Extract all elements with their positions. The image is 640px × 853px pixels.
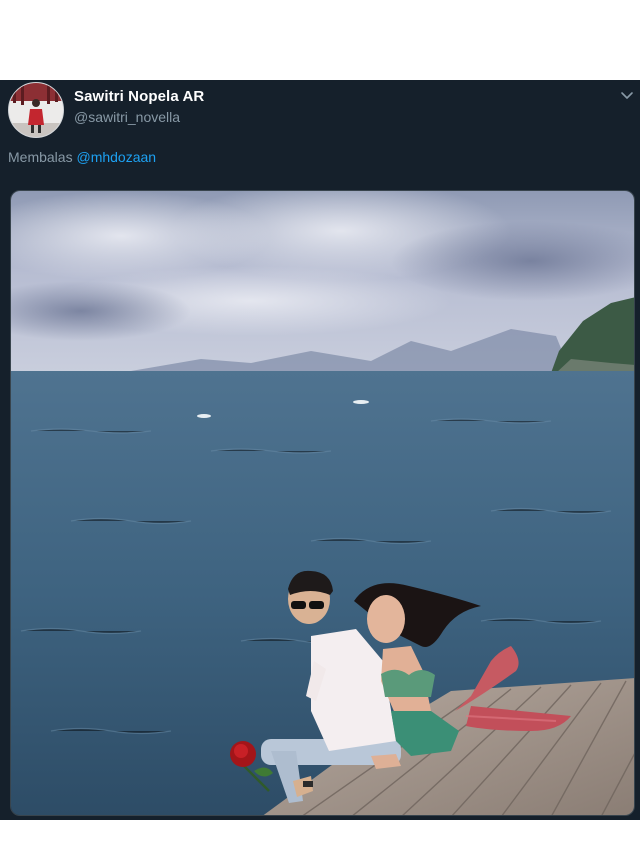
reply-context: Membalas @mhdozaan [8, 149, 156, 165]
tweet-card: Sawitri Nopela AR @sawitri_novella Memba… [0, 80, 640, 820]
chevron-down-icon[interactable] [618, 86, 636, 104]
avatar-image [9, 83, 63, 137]
author-handle[interactable]: @sawitri_novella [74, 109, 180, 125]
tweet-photo[interactable] [10, 190, 635, 816]
author-display-name[interactable]: Sawitri Nopela AR [74, 88, 204, 105]
reply-mention-link[interactable]: @mhdozaan [76, 149, 156, 165]
photo-seascape-image [11, 191, 634, 815]
avatar[interactable] [8, 82, 64, 138]
reply-prefix: Membalas [8, 149, 73, 165]
